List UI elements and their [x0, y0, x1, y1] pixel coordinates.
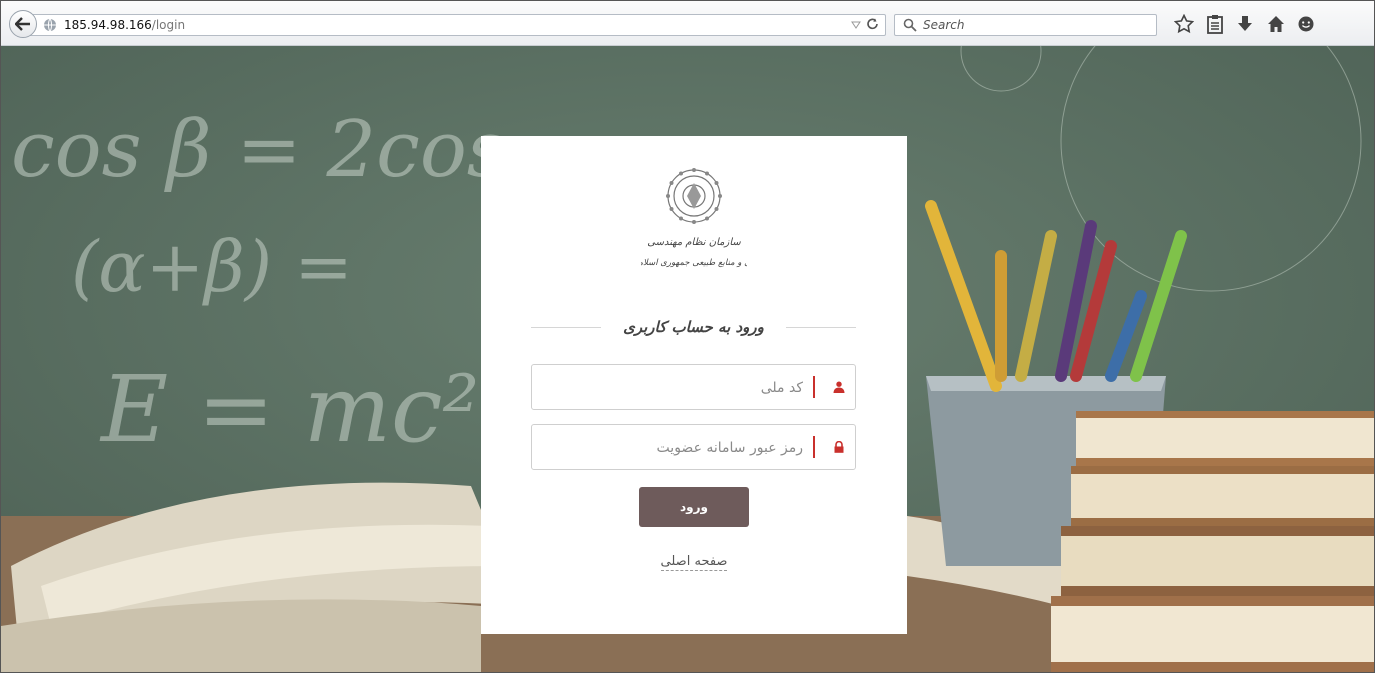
- home-page-link-label: صفحه اصلی: [660, 554, 728, 571]
- globe-icon: [44, 18, 56, 32]
- chalk-formula-1: cos β = 2cos: [11, 105, 507, 195]
- page-viewport: cos β = 2cos (α+β) = E = mc² سازمان نظام…: [1, 46, 1374, 672]
- chat-smiley-icon: [1298, 16, 1314, 32]
- downloads-button[interactable]: [1234, 13, 1256, 35]
- star-icon: [1174, 14, 1194, 34]
- national-code-field[interactable]: [531, 364, 856, 410]
- login-button[interactable]: ورود: [639, 487, 749, 527]
- clipboard-icon: [1207, 15, 1223, 34]
- lock-icon: [831, 439, 847, 455]
- logo-line-1: سازمان نظام مهندسی: [647, 237, 741, 248]
- search-placeholder: Search: [923, 18, 965, 32]
- url-text[interactable]: 185.94.98.166/login: [64, 17, 185, 33]
- heading-divider-right: [786, 327, 856, 328]
- chat-button[interactable]: [1295, 13, 1317, 35]
- chalk-formula-2: (α+β) =: [71, 226, 353, 308]
- login-card: سازمان نظام مهندسی کشاورزی و منابع طبیعی…: [481, 136, 907, 634]
- login-heading: ورود به حساب کاربری: [623, 318, 764, 336]
- browser-window: 185.94.98.166/login Search cos β = 2cos …: [0, 0, 1375, 673]
- home-icon: [1268, 16, 1284, 32]
- reload-icon[interactable]: [865, 17, 881, 33]
- bookmarks-list-button[interactable]: [1204, 13, 1226, 35]
- chalk-formula-3: E = mc²: [99, 356, 479, 463]
- search-bar[interactable]: Search: [894, 14, 1157, 36]
- url-host: 185.94.98.166: [64, 18, 152, 32]
- field-separator: [813, 376, 815, 398]
- history-dropdown-icon[interactable]: [850, 19, 862, 31]
- home-button[interactable]: [1265, 13, 1287, 35]
- home-page-link[interactable]: صفحه اصلی: [644, 554, 744, 571]
- organization-logo: سازمان نظام مهندسی کشاورزی و منابع طبیعی…: [641, 168, 747, 268]
- national-code-input[interactable]: [541, 371, 805, 405]
- back-arrow-icon: [15, 17, 30, 31]
- logo-line-2: کشاورزی و منابع طبیعی جمهوری اسلامی ایرا…: [641, 258, 747, 268]
- user-icon: [831, 379, 847, 395]
- field-separator: [813, 436, 815, 458]
- back-button[interactable]: [9, 10, 37, 38]
- url-path: /login: [151, 18, 186, 32]
- download-arrow-icon: [1238, 16, 1252, 31]
- browser-toolbar: 185.94.98.166/login Search: [1, 1, 1374, 46]
- password-input[interactable]: [541, 431, 805, 465]
- heading-divider-left: [531, 327, 601, 328]
- bookmark-star-button[interactable]: [1173, 13, 1195, 35]
- address-bar[interactable]: 185.94.98.166/login: [23, 14, 886, 36]
- password-field[interactable]: [531, 424, 856, 470]
- search-icon: [903, 18, 917, 32]
